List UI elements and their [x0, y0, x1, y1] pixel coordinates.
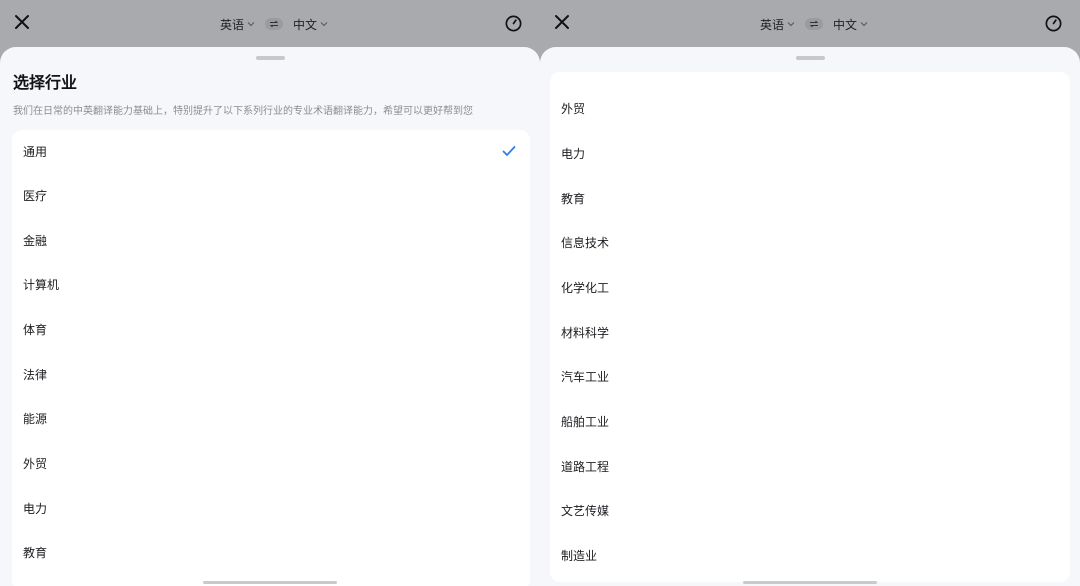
industry-item[interactable]: 医疗 [23, 186, 47, 206]
industry-item[interactable]: 化学化工 [561, 278, 609, 298]
close-icon[interactable] [553, 13, 571, 31]
industry-item[interactable]: 法律 [23, 365, 47, 385]
industry-item[interactable]: 金融 [23, 231, 47, 251]
source-language-dropdown[interactable]: 英语 [760, 16, 795, 33]
sheet-title: 选择行业 [13, 73, 78, 92]
chevron-down-icon [787, 22, 795, 27]
source-language-label: 英语 [760, 17, 785, 32]
history-icon[interactable] [504, 14, 523, 33]
swap-icon [269, 20, 279, 28]
industry-sheet: 外贸 电力 教育 信息技术 化学化工 材料科学 汽车工业 船舶工业 道路工程 文… [540, 47, 1080, 586]
industry-item[interactable]: 道路工程 [561, 457, 609, 477]
swap-languages-button[interactable] [265, 18, 284, 30]
screenshot-root: 英语 中文 选择行业 我们在日常的中英翻译能力基础上，特别提升了以下系列行业的专… [0, 0, 1080, 586]
top-bar: 英语 中文 [540, 0, 1080, 47]
target-language-label: 中文 [293, 17, 318, 32]
chevron-down-icon [320, 22, 328, 27]
industry-item[interactable]: 材料科学 [561, 323, 609, 343]
industry-item[interactable]: 信息技术 [561, 233, 609, 253]
industry-item[interactable]: 电力 [561, 144, 585, 164]
industry-item[interactable]: 制造业 [561, 546, 597, 566]
target-language-label: 中文 [833, 17, 858, 32]
left-screen: 英语 中文 选择行业 我们在日常的中英翻译能力基础上，特别提升了以下系列行业的专… [0, 0, 540, 586]
industry-item[interactable]: 汽车工业 [561, 367, 609, 387]
industry-item[interactable]: 教育 [23, 543, 47, 563]
sheet-description: 我们在日常的中英翻译能力基础上，特别提升了以下系列行业的专业术语翻译能力，希望可… [13, 106, 473, 117]
industry-item[interactable]: 外贸 [561, 99, 585, 119]
source-language-dropdown[interactable]: 英语 [220, 16, 255, 33]
industry-list: 外贸 电力 教育 信息技术 化学化工 材料科学 汽车工业 船舶工业 道路工程 文… [550, 72, 1070, 582]
drag-handle[interactable] [256, 56, 285, 60]
top-bar: 英语 中文 [0, 0, 540, 47]
history-icon[interactable] [1044, 14, 1063, 33]
close-icon[interactable] [13, 13, 31, 31]
home-indicator [203, 581, 337, 584]
industry-item[interactable]: 船舶工业 [561, 412, 609, 432]
industry-list: 通用 医疗 金融 计算机 体育 法律 能源 外贸 电力 教育 [12, 130, 530, 586]
industry-item[interactable]: 外贸 [23, 454, 47, 474]
home-indicator [743, 581, 877, 584]
chevron-down-icon [247, 22, 255, 27]
industry-item[interactable]: 通用 [23, 142, 47, 162]
swap-icon [809, 20, 819, 28]
industry-sheet: 选择行业 我们在日常的中英翻译能力基础上，特别提升了以下系列行业的专业术语翻译能… [0, 47, 540, 586]
right-screen: 英语 中文 外贸 电力 教育 信息技术 化学化工 材料科学 汽车工业 船舶工业 … [540, 0, 1080, 586]
swap-languages-button[interactable] [805, 18, 824, 30]
industry-item[interactable]: 计算机 [23, 275, 59, 295]
drag-handle[interactable] [796, 56, 825, 60]
language-selector: 英语 中文 [760, 15, 868, 33]
chevron-down-icon [860, 22, 868, 27]
industry-item[interactable]: 教育 [561, 189, 585, 209]
target-language-dropdown[interactable]: 中文 [293, 16, 328, 33]
language-selector: 英语 中文 [220, 15, 328, 33]
industry-item[interactable]: 文艺传媒 [561, 501, 609, 521]
industry-item[interactable]: 体育 [23, 320, 47, 340]
checkmark-icon [502, 146, 516, 156]
target-language-dropdown[interactable]: 中文 [833, 16, 868, 33]
industry-item[interactable]: 能源 [23, 409, 47, 429]
source-language-label: 英语 [220, 17, 245, 32]
industry-item[interactable]: 电力 [23, 499, 47, 519]
